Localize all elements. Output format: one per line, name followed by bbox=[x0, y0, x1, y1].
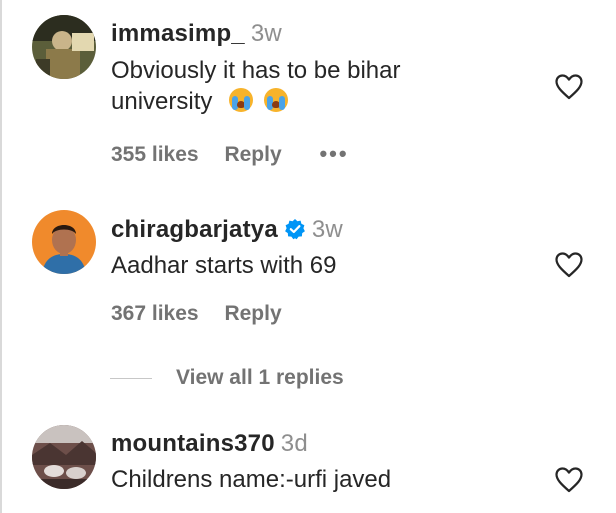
heart-icon[interactable] bbox=[555, 252, 583, 278]
likes-count[interactable]: 355 likes bbox=[111, 143, 199, 167]
comment-text: Aadhar starts with 69 bbox=[111, 252, 337, 279]
more-options-icon[interactable]: ••• bbox=[319, 141, 348, 167]
reply-button[interactable]: Reply bbox=[224, 302, 281, 326]
username[interactable]: immasimp_ 3w bbox=[111, 20, 282, 48]
verified-badge-icon bbox=[284, 219, 305, 240]
username[interactable]: chiragbarjatya 3w bbox=[111, 216, 343, 244]
username[interactable]: mountains370 3d bbox=[111, 430, 308, 458]
avatar[interactable] bbox=[32, 425, 96, 489]
comment-meta: 367 likes Reply bbox=[111, 302, 282, 326]
divider bbox=[110, 377, 152, 379]
comment-text-line-2: university bbox=[111, 88, 213, 115]
username-text[interactable]: immasimp_ bbox=[111, 20, 245, 47]
crying-face-emoji-icon bbox=[263, 88, 288, 112]
username-text[interactable]: mountains370 bbox=[111, 430, 275, 457]
reply-button[interactable]: Reply bbox=[224, 143, 281, 167]
username-text[interactable]: chiragbarjatya bbox=[111, 216, 278, 243]
comment-text-line: university bbox=[111, 86, 531, 117]
crying-face-emoji-icon bbox=[229, 88, 254, 112]
comment-text: Obviously it has to be bihar university bbox=[111, 55, 531, 117]
timestamp: 3w bbox=[250, 20, 282, 47]
comment-text-line: Obviously it has to be bihar bbox=[111, 57, 401, 84]
view-replies-label[interactable]: View all 1 replies bbox=[176, 366, 344, 390]
comment-meta: 355 likes Reply ••• bbox=[111, 141, 349, 167]
timestamp: 3d bbox=[280, 430, 308, 457]
avatar[interactable] bbox=[32, 210, 96, 274]
comment-text: Childrens name:-urfi javed bbox=[111, 466, 392, 493]
heart-icon[interactable] bbox=[555, 467, 583, 493]
comments-panel: immasimp_ 3w Obviously it has to be bihar… bbox=[0, 0, 616, 513]
avatar[interactable] bbox=[32, 15, 96, 79]
heart-icon[interactable] bbox=[555, 74, 583, 100]
likes-count[interactable]: 367 likes bbox=[111, 302, 199, 326]
timestamp: 3w bbox=[311, 216, 343, 243]
view-replies-button[interactable]: View all 1 replies bbox=[110, 366, 344, 390]
